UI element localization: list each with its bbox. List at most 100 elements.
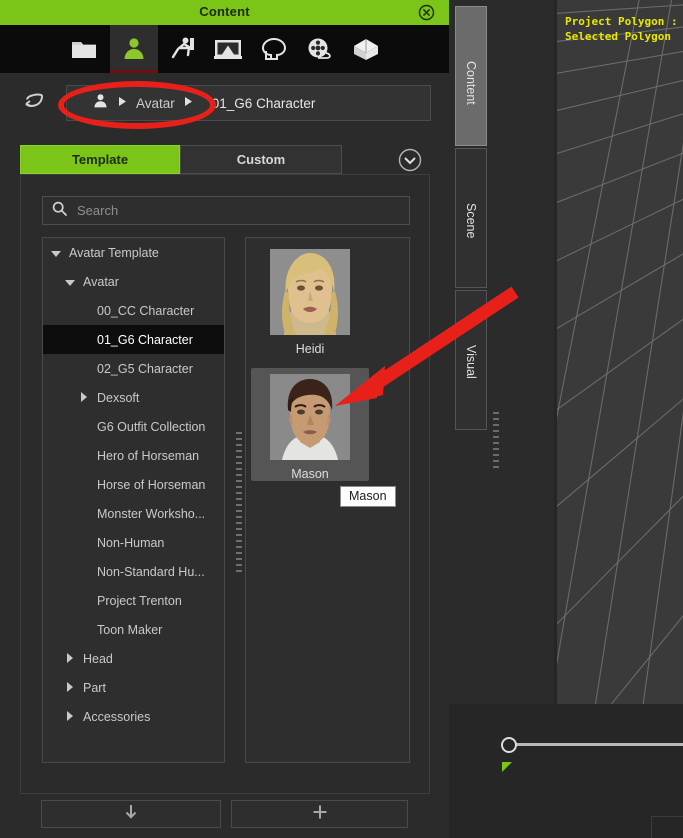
tree-item-label: Project Trenton bbox=[97, 593, 182, 608]
person-icon bbox=[93, 93, 108, 113]
page-title: Content bbox=[199, 4, 250, 19]
timeline-track[interactable] bbox=[511, 743, 683, 746]
overlay-line-1: Project Polygon : bbox=[565, 15, 678, 28]
category-prop[interactable] bbox=[250, 25, 298, 73]
breadcrumb-separator-icon bbox=[118, 94, 127, 112]
tree-item-label: Dexsoft bbox=[97, 390, 140, 405]
tree-item[interactable]: G6 Outfit Collection bbox=[43, 412, 224, 441]
tree-item[interactable]: 00_CC Character bbox=[43, 296, 224, 325]
person-icon bbox=[122, 36, 146, 60]
category-motion[interactable] bbox=[158, 25, 206, 73]
tree-item[interactable]: Head bbox=[43, 644, 224, 673]
tree-item-label: Part bbox=[83, 680, 106, 695]
tab-template[interactable]: Template bbox=[20, 145, 180, 174]
close-icon[interactable] bbox=[418, 4, 435, 21]
undo-arrow-icon[interactable] bbox=[22, 90, 48, 114]
viewport-grid bbox=[557, 0, 683, 704]
triangle-down-icon bbox=[49, 246, 63, 260]
app-root: Content Avatar 01_G6 Character Template … bbox=[0, 0, 683, 838]
dock-grip[interactable] bbox=[493, 412, 499, 472]
tree-item[interactable]: Monster Worksho... bbox=[43, 499, 224, 528]
load-button[interactable] bbox=[41, 800, 221, 828]
category-toolbar bbox=[0, 25, 449, 73]
tree-item[interactable]: 01_G6 Character bbox=[43, 325, 224, 354]
search-input[interactable]: Search bbox=[42, 196, 410, 225]
tree-item[interactable]: Non-Human bbox=[43, 528, 224, 557]
tree-item[interactable]: Non-Standard Hu... bbox=[43, 557, 224, 586]
timeline-corner-panel bbox=[651, 816, 683, 838]
category-tree[interactable]: Avatar Template Avatar 00_CC Character 01_G… bbox=[42, 237, 225, 763]
tree-item[interactable]: 02_G5 Character bbox=[43, 354, 224, 383]
tree-item[interactable]: Accessories bbox=[43, 702, 224, 731]
timeline-bar bbox=[449, 704, 683, 838]
thumbnail-label: Heidi bbox=[295, 342, 325, 356]
open-box-icon bbox=[352, 37, 380, 61]
playhead-marker-icon[interactable] bbox=[502, 762, 512, 772]
tabstrip: Template Custom bbox=[20, 145, 342, 174]
plus-icon bbox=[312, 804, 328, 825]
dock-tab-visual[interactable]: Visual bbox=[455, 290, 487, 430]
breadcrumb-segment-avatar[interactable]: Avatar bbox=[136, 96, 175, 111]
search-icon bbox=[52, 201, 67, 221]
category-avatar[interactable] bbox=[110, 25, 158, 73]
tree-item[interactable]: Avatar Template bbox=[43, 238, 224, 267]
tree-item-label: Hero of Horseman bbox=[97, 448, 200, 463]
search-placeholder: Search bbox=[77, 203, 119, 218]
dock-tab-content-label: Content bbox=[464, 61, 478, 105]
tree-item[interactable]: Hero of Horseman bbox=[43, 441, 224, 470]
tree-item-label: Avatar Template bbox=[69, 245, 159, 260]
tree-item-label: Accessories bbox=[83, 709, 151, 724]
thumbnail-tooltip: Mason bbox=[340, 486, 396, 507]
breadcrumb[interactable]: Avatar 01_G6 Character bbox=[66, 85, 431, 121]
dock-tab-scene[interactable]: Scene bbox=[455, 148, 487, 288]
category-package[interactable] bbox=[342, 25, 390, 73]
stage-icon bbox=[214, 38, 242, 60]
tab-custom[interactable]: Custom bbox=[180, 145, 342, 174]
triangle-right-icon bbox=[77, 391, 91, 405]
thumbnail-image bbox=[270, 374, 350, 460]
tree-item[interactable]: Toon Maker bbox=[43, 615, 224, 644]
tree-item-label: Monster Worksho... bbox=[97, 506, 206, 521]
triangle-right-icon bbox=[63, 681, 77, 695]
category-media[interactable] bbox=[296, 25, 344, 73]
tree-item-label: Head bbox=[83, 651, 113, 666]
dock-tab-scene-label: Scene bbox=[464, 203, 478, 239]
tree-item-label: G6 Outfit Collection bbox=[97, 419, 206, 434]
viewport-overlay: Project Polygon : Selected Polygon bbox=[565, 14, 678, 44]
breadcrumb-row: Avatar 01_G6 Character bbox=[0, 73, 449, 130]
category-scene[interactable] bbox=[204, 25, 252, 73]
thumbnail-heidi[interactable]: Heidi bbox=[251, 243, 369, 356]
tree-item[interactable]: Dexsoft bbox=[43, 383, 224, 412]
running-figure-icon bbox=[168, 36, 196, 62]
thumbnail-image bbox=[270, 249, 350, 335]
panel-splitter[interactable] bbox=[235, 237, 243, 763]
tree-item-label: 00_CC Character bbox=[97, 303, 195, 318]
thumbnail-mason[interactable]: Mason bbox=[251, 368, 369, 481]
tree-prop-icon bbox=[260, 37, 288, 61]
dock-tab-visual-label: Visual bbox=[464, 345, 478, 379]
breadcrumb-current: 01_G6 Character bbox=[211, 95, 316, 111]
tree-item-label: Non-Standard Hu... bbox=[97, 564, 205, 579]
thumbnail-label: Mason bbox=[291, 467, 329, 481]
download-arrow-icon bbox=[124, 804, 138, 825]
tree-item-label: 01_G6 Character bbox=[97, 332, 193, 347]
breadcrumb-separator-icon-2 bbox=[184, 94, 193, 112]
category-folder[interactable] bbox=[60, 25, 108, 73]
tree-item-label: Non-Human bbox=[97, 535, 165, 550]
add-button[interactable] bbox=[231, 800, 408, 828]
tree-item-label: Avatar bbox=[83, 274, 119, 289]
tree-item[interactable]: Part bbox=[43, 673, 224, 702]
tree-item[interactable]: Avatar bbox=[43, 267, 224, 296]
triangle-down-icon bbox=[63, 275, 77, 289]
dock-tab-content[interactable]: Content bbox=[455, 6, 487, 146]
panel-title-bar: Content bbox=[0, 0, 449, 25]
tree-item[interactable]: Project Trenton bbox=[43, 586, 224, 615]
chevron-down-circle-icon[interactable] bbox=[396, 146, 424, 174]
viewport-3d[interactable]: Project Polygon : Selected Polygon bbox=[557, 0, 683, 704]
folder-icon bbox=[71, 38, 97, 60]
triangle-right-icon bbox=[63, 652, 77, 666]
film-reel-icon bbox=[306, 37, 334, 61]
content-panel: Content Avatar 01_G6 Character Template … bbox=[0, 0, 449, 838]
slider-handle-icon[interactable] bbox=[501, 737, 517, 753]
tree-item[interactable]: Horse of Horseman bbox=[43, 470, 224, 499]
